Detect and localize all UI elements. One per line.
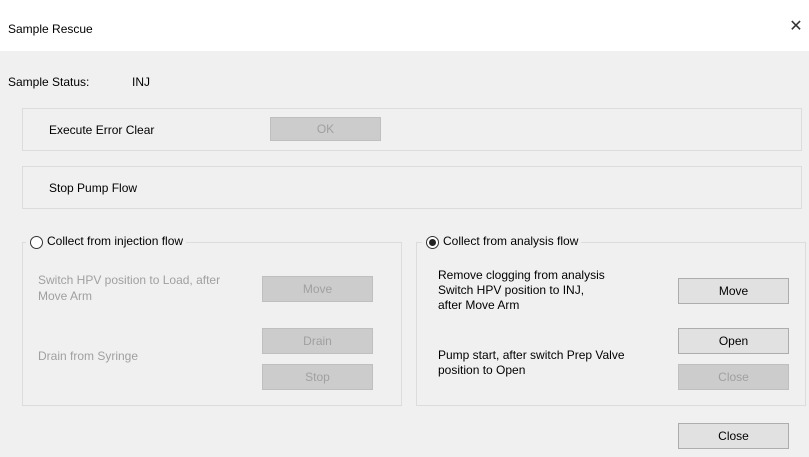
dialog-close-button[interactable]: Close xyxy=(678,423,789,449)
analysis-move-text: Remove clogging from analysis Switch HPV… xyxy=(438,268,605,313)
pump-start-text: Pump start, after switch Prep Valve posi… xyxy=(438,348,625,378)
analysis-move-text-line3: after Move Arm xyxy=(438,298,520,312)
stop-button[interactable]: Stop xyxy=(262,364,373,390)
analysis-flow-group-header: Collect from analysis flow xyxy=(422,234,582,250)
injection-flow-radio[interactable] xyxy=(30,236,43,249)
analysis-flow-radio[interactable] xyxy=(426,236,439,249)
injection-flow-radio-label: Collect from injection flow xyxy=(47,234,184,248)
prep-valve-close-button[interactable]: Close xyxy=(678,364,789,390)
error-clear-label: Execute Error Clear xyxy=(49,123,155,137)
title-bar: Sample Rescue ✕ xyxy=(0,0,809,51)
pump-start-text-line2: position to Open xyxy=(438,363,526,377)
injection-flow-group-header: Collect from injection flow xyxy=(26,234,187,250)
sample-status-label: Sample Status: xyxy=(8,75,90,89)
analysis-flow-radio-label: Collect from analysis flow xyxy=(443,234,579,248)
analysis-move-button[interactable]: Move xyxy=(678,278,789,304)
pump-start-text-line1: Pump start, after switch Prep Valve xyxy=(438,348,625,362)
window-title: Sample Rescue xyxy=(8,22,93,36)
sample-status-value: INJ xyxy=(132,75,150,89)
open-button[interactable]: Open xyxy=(678,328,789,354)
close-icon[interactable]: ✕ xyxy=(783,15,809,39)
analysis-move-text-line2: Switch HPV position to INJ, xyxy=(438,283,585,297)
analysis-move-text-line1: Remove clogging from analysis xyxy=(438,268,605,282)
stop-pump-panel xyxy=(22,166,802,209)
error-clear-ok-button[interactable]: OK xyxy=(270,117,381,141)
drain-syringe-text: Drain from Syringe xyxy=(38,349,139,363)
radio-selected-dot xyxy=(429,239,436,246)
injection-move-text: Switch HPV position to Load, after Move … xyxy=(38,273,221,303)
stop-pump-label: Stop Pump Flow xyxy=(49,181,138,195)
drain-button[interactable]: Drain xyxy=(262,328,373,354)
injection-move-button[interactable]: Move xyxy=(262,276,373,302)
